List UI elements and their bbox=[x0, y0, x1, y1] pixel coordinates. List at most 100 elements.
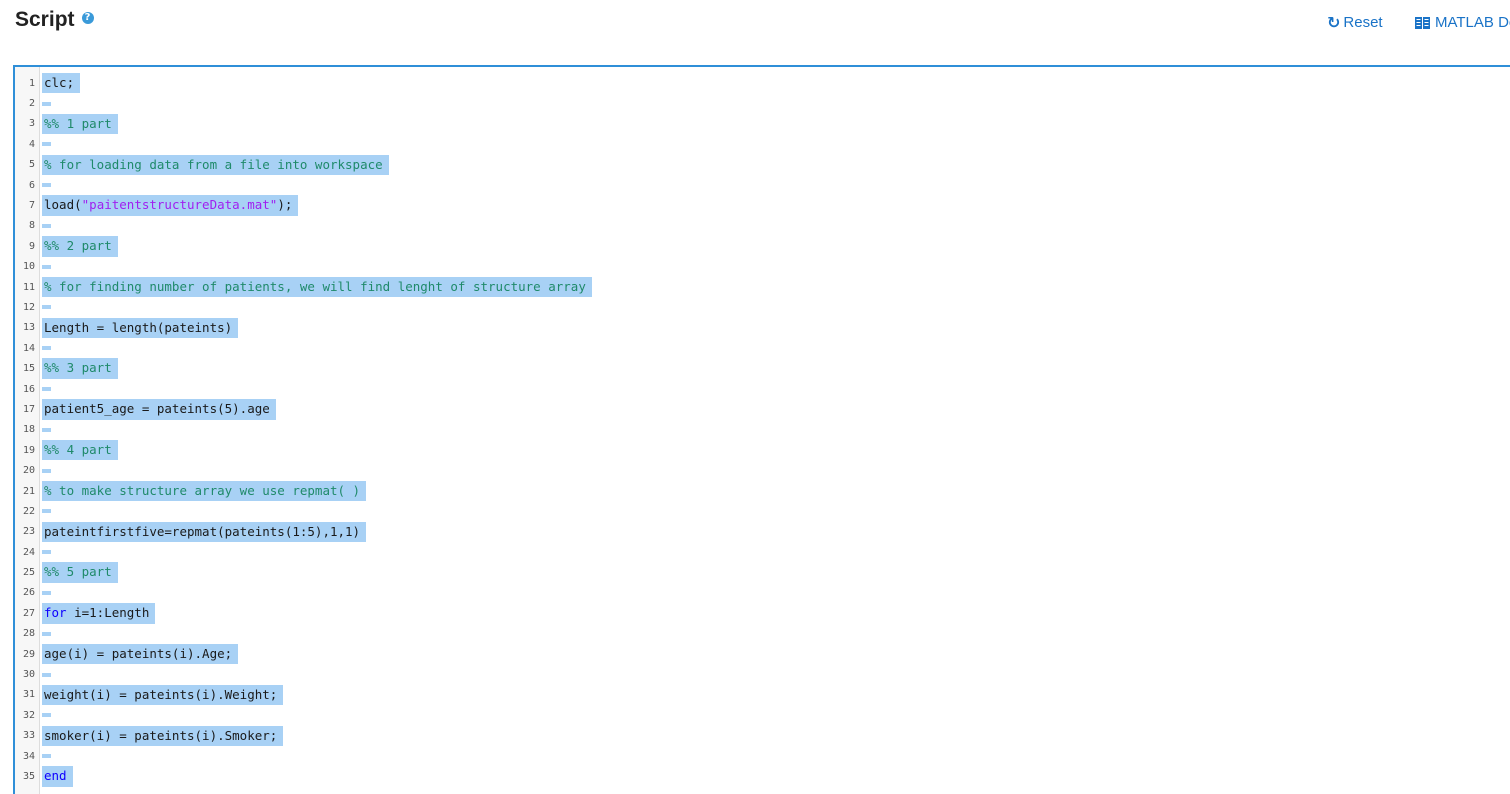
line-number: 27 bbox=[22, 607, 35, 619]
line-number: 1 bbox=[28, 77, 35, 89]
code-line[interactable]: 2 bbox=[15, 93, 1510, 113]
code-line[interactable]: 30 bbox=[15, 664, 1510, 684]
code-text: patient5_age = pateints(5).age bbox=[42, 399, 276, 420]
code-text: smoker(i) = pateints(i).Smoker; bbox=[42, 725, 284, 746]
code-line[interactable]: 4 bbox=[15, 134, 1510, 154]
code-text: age(i) = pateints(i).Age; bbox=[42, 643, 239, 665]
code-line[interactable]: 7 load("paitentstructureData.mat"); bbox=[15, 195, 1510, 216]
refresh-icon: ↻ bbox=[1327, 13, 1341, 32]
code-line[interactable]: 24 bbox=[15, 542, 1510, 562]
code-text: clc; bbox=[42, 73, 81, 94]
code-text: %% 1 part bbox=[42, 113, 118, 135]
code-text bbox=[42, 223, 51, 228]
code-text bbox=[42, 754, 51, 759]
line-number: 26 bbox=[22, 587, 35, 599]
code-line[interactable]: 26 bbox=[15, 583, 1510, 603]
code-text: % for loading data from a file into work… bbox=[42, 154, 389, 175]
code-text bbox=[42, 142, 51, 147]
code-text: weight(i) = pateints(i).Weight; bbox=[42, 684, 284, 706]
line-number: 16 bbox=[22, 383, 35, 395]
code-line[interactable]: 6 bbox=[15, 175, 1510, 195]
line-number: 32 bbox=[22, 709, 35, 721]
code-line[interactable]: 22 bbox=[15, 501, 1510, 521]
code-line[interactable]: 20 bbox=[15, 460, 1510, 480]
line-number: 13 bbox=[22, 322, 35, 334]
matlab-documentation-link[interactable]: MATLAB Do bbox=[1415, 13, 1510, 33]
code-line[interactable]: 16 bbox=[15, 379, 1510, 399]
line-number: 19 bbox=[22, 444, 35, 456]
code-text: %% 4 part bbox=[42, 440, 118, 461]
code-line[interactable]: 32 bbox=[15, 705, 1510, 725]
code-text bbox=[42, 387, 51, 392]
code-editor[interactable]: 1 clc; 2 3%% 1 part 4 5% for loading data fro… bbox=[13, 65, 1510, 794]
reset-button[interactable]: ↻ Reset bbox=[1327, 13, 1383, 33]
line-number: 29 bbox=[22, 648, 35, 660]
code-line[interactable]: 1 clc; bbox=[15, 73, 1510, 94]
code-line[interactable]: 5 % for loading data from a file into wor… bbox=[15, 154, 1510, 175]
line-number: 34 bbox=[22, 750, 35, 762]
code-token: i=1:Length bbox=[66, 605, 150, 621]
code-text bbox=[42, 427, 51, 432]
line-number: 30 bbox=[22, 669, 35, 681]
code-token: ); bbox=[277, 197, 293, 213]
code-text bbox=[42, 101, 51, 106]
code-line[interactable]: 10 bbox=[15, 257, 1510, 277]
line-number: 2 bbox=[28, 98, 35, 110]
code-text: %% 5 part bbox=[42, 562, 118, 583]
question-circle-icon[interactable]: ? bbox=[81, 12, 94, 24]
line-number: 11 bbox=[22, 281, 35, 293]
code-line[interactable]: 8 bbox=[15, 216, 1510, 236]
line-number: 23 bbox=[22, 526, 35, 538]
line-number: 33 bbox=[22, 730, 35, 742]
code-text: for i=1:Length bbox=[42, 603, 156, 624]
header: Script ? ↻ Reset MATLAB Do bbox=[0, 0, 1510, 60]
code-line[interactable]: 18 bbox=[15, 420, 1510, 440]
code-text bbox=[42, 468, 51, 473]
code-line[interactable]: 9 %% 2 part bbox=[15, 236, 1510, 257]
code-text: Length = length(pateints) bbox=[42, 317, 239, 339]
code-text bbox=[42, 631, 51, 636]
code-line[interactable]: 17 patient5_age = pateints(5).age bbox=[15, 399, 1510, 420]
code-text bbox=[42, 183, 51, 188]
code-line[interactable]: 12 bbox=[15, 297, 1510, 317]
line-number: 10 bbox=[22, 261, 35, 273]
code-text: % for finding number of patients, we wil… bbox=[42, 276, 592, 298]
keyword: end bbox=[44, 768, 67, 784]
code-line[interactable]: 34 bbox=[15, 746, 1510, 766]
code-line[interactable]: 11 % for finding number of patients, we w… bbox=[15, 276, 1510, 298]
code-line[interactable]: 25 %% 5 part bbox=[15, 562, 1510, 583]
code-lines: 1 clc; 2 3%% 1 part 4 5% for loading data fro… bbox=[15, 73, 1510, 787]
code-line[interactable]: 21 % to make structure array we use repma… bbox=[15, 480, 1510, 502]
code-line[interactable]: 35 end bbox=[15, 766, 1510, 787]
code-line[interactable]: 3 %% 1 part bbox=[15, 113, 1510, 135]
code-line[interactable]: 29 age(i) = pateints(i).Age; bbox=[15, 643, 1510, 665]
line-number: 28 bbox=[22, 628, 35, 640]
code-text bbox=[42, 346, 51, 351]
code-line[interactable]: 31 weight(i) = pateints(i).Weight; bbox=[15, 684, 1510, 706]
code-text bbox=[42, 509, 51, 514]
code-line[interactable]: 14 bbox=[15, 338, 1510, 358]
code-line[interactable]: 19 %% 4 part bbox=[15, 440, 1510, 461]
code-text bbox=[42, 672, 51, 677]
reset-label: Reset bbox=[1343, 14, 1383, 31]
code-text: load("paitentstructureData.mat"); bbox=[42, 195, 299, 216]
code-text bbox=[42, 590, 51, 595]
line-number: 3 bbox=[28, 118, 35, 130]
code-line[interactable]: 33 smoker(i) = pateints(i).Smoker; bbox=[15, 725, 1510, 746]
code-line[interactable]: 23 pateintfirstfive=repmat(pateints(1:5),… bbox=[15, 521, 1510, 542]
code-line[interactable]: 13 Length = length(pateints) bbox=[15, 317, 1510, 339]
line-number: 22 bbox=[22, 505, 35, 517]
book-icon bbox=[1415, 17, 1430, 29]
code-line[interactable]: 15 %% 3 part bbox=[15, 358, 1510, 379]
line-number: 18 bbox=[22, 424, 35, 436]
line-number: 15 bbox=[22, 363, 35, 375]
line-number: 35 bbox=[22, 770, 35, 782]
code-text bbox=[42, 550, 51, 555]
code-text: %% 2 part bbox=[42, 236, 118, 257]
code-line[interactable]: 28 bbox=[15, 624, 1510, 644]
code-text bbox=[42, 264, 51, 269]
code-text: end bbox=[42, 766, 73, 787]
page-title: Script ? bbox=[15, 6, 94, 34]
code-line[interactable]: 27 for i=1:Length bbox=[15, 603, 1510, 624]
line-number: 24 bbox=[22, 546, 35, 558]
